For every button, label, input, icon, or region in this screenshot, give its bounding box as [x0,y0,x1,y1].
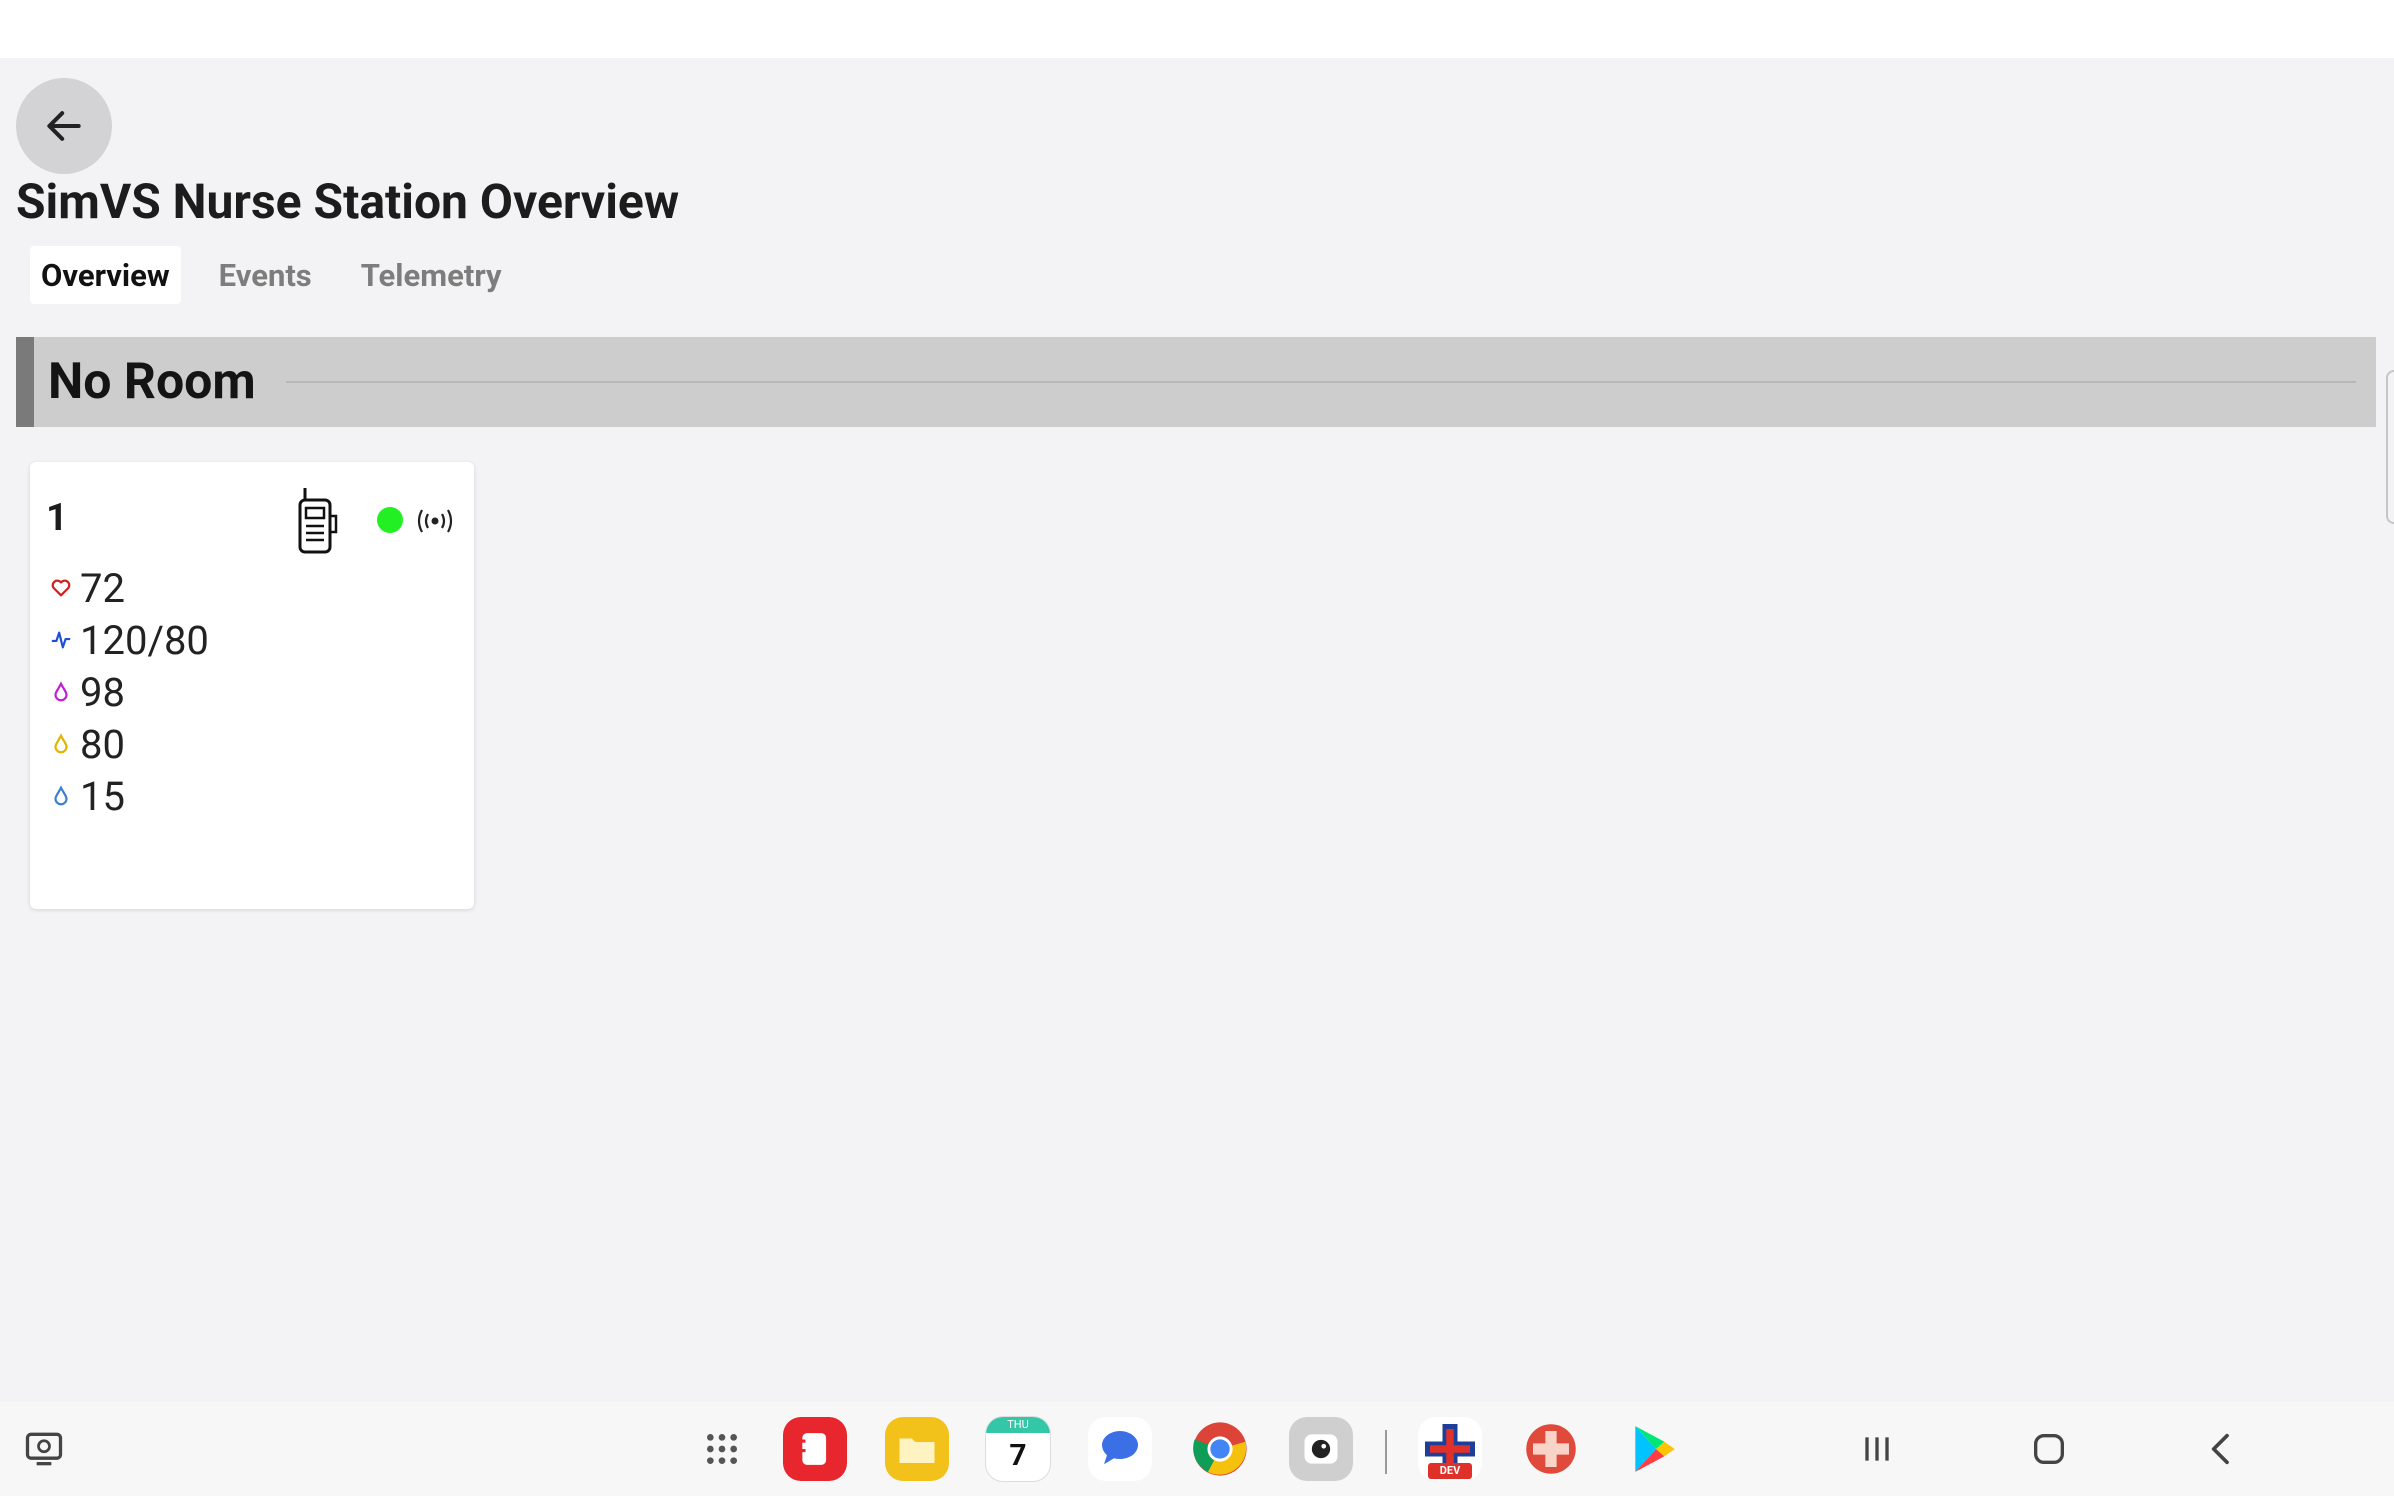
simvs-app-icon [1526,1424,1576,1474]
page-title: SimVS Nurse Station Overview [16,173,680,230]
files-app-button[interactable] [883,1415,951,1483]
play-store-app-icon [1635,1426,1675,1472]
tab-overview[interactable]: Overview [30,246,181,304]
vital-heart-rate: 72 [50,562,209,614]
vital-spo2: 98 [50,666,209,718]
chrome-app-icon [1193,1422,1247,1476]
room-section-header: No Room [16,337,2376,427]
app-drawer-button[interactable] [688,1415,756,1483]
respiration-value: 15 [80,772,125,820]
drop-icon [54,785,68,806]
screen-panel-icon [25,1432,63,1466]
edge-panel-handle[interactable] [2386,370,2394,524]
tab-events[interactable]: Events [208,246,323,304]
simvs-dev-app-icon: DEV [1418,1417,1482,1481]
pulse-wave-icon [51,631,71,649]
system-taskbar: THU 7 DEV [0,1402,2394,1496]
status-bar [0,0,2394,58]
vital-respiration: 15 [50,770,209,822]
chrome-app-button[interactable] [1186,1415,1254,1483]
files-app-icon [885,1417,949,1481]
chevron-left-icon [2211,1433,2229,1465]
play-store-app-button[interactable] [1620,1415,1688,1483]
patient-card[interactable]: 1 72 120/80 98 80 15 [30,462,474,909]
recents-button[interactable] [1843,1415,1911,1483]
arrow-left-icon [47,111,81,141]
calendar-date-label: 7 [1009,1438,1027,1473]
home-icon [2034,1434,2064,1464]
tab-bar: Overview Events Telemetry [30,246,540,304]
taskbar-separator [1385,1430,1387,1474]
notes-app-icon [783,1417,847,1481]
simvs-dev-app-button[interactable]: DEV [1416,1415,1484,1483]
broadcast-signal-icon [417,509,453,533]
drop-icon [54,733,68,754]
telemetry-device-icon [298,488,338,554]
notes-app-button[interactable] [781,1415,849,1483]
recents-icon [1865,1437,1889,1461]
vital-4: 80 [50,718,209,770]
spo2-value: 98 [80,668,125,716]
back-button[interactable] [16,78,112,174]
recent-apps-panel-button[interactable] [10,1415,78,1483]
calendar-app-icon: THU 7 [985,1416,1051,1482]
dev-badge: DEV [1428,1463,1472,1479]
heart-icon [51,579,71,597]
vital-4-value: 80 [80,720,125,768]
calendar-day-label: THU [986,1417,1050,1433]
room-header-divider [285,381,2356,383]
home-button[interactable] [2015,1415,2083,1483]
vital-blood-pressure: 120/80 [50,614,209,666]
drop-icon [54,681,68,702]
patient-id: 1 [46,496,68,540]
system-back-button[interactable] [2188,1415,2256,1483]
camera-app-button[interactable] [1287,1415,1355,1483]
app-drawer-icon [707,1434,737,1464]
connection-status-dot [377,507,403,533]
messages-app-icon [1088,1417,1152,1481]
calendar-app-button[interactable]: THU 7 [984,1415,1052,1483]
simvs-app-button[interactable] [1517,1415,1585,1483]
vitals-list: 72 120/80 98 80 15 [50,562,209,822]
tab-telemetry[interactable]: Telemetry [350,246,513,304]
room-header-accent [16,337,34,427]
messages-app-button[interactable] [1086,1415,1154,1483]
heart-rate-value: 72 [80,564,125,612]
camera-app-icon [1289,1417,1353,1481]
room-title: No Room [48,353,256,411]
blood-pressure-value: 120/80 [80,616,209,664]
